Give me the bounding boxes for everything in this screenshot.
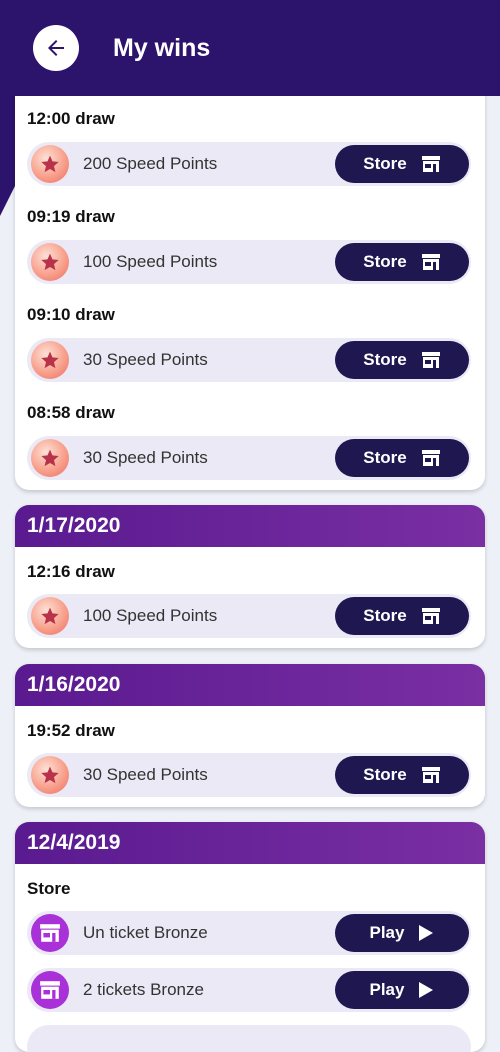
win-amount: 30 Speed Points — [83, 448, 208, 467]
storefront-icon — [421, 767, 440, 783]
arrow-left-icon — [48, 40, 64, 56]
star-badge-icon — [31, 243, 69, 281]
ticket-item: Un ticket Bronze Play — [27, 911, 471, 955]
store-button[interactable]: Store — [335, 145, 469, 183]
card-date-header: 12/4/2019 — [15, 822, 485, 864]
draw-label: 08:58 draw — [27, 403, 115, 422]
draw-label: 12:16 draw — [27, 562, 115, 581]
card-date-header: 1/16/2020 — [15, 664, 485, 706]
win-amount: 100 Speed Points — [83, 606, 218, 625]
draw-label: 12:00 draw — [27, 109, 115, 128]
ticket-item — [27, 1025, 471, 1052]
win-item: 30 Speed Points Store — [27, 338, 471, 382]
play-button-label: Play — [369, 923, 405, 942]
win-item: 30 Speed Points Store — [27, 753, 471, 797]
play-icon — [419, 925, 434, 941]
store-label: Store — [27, 879, 71, 898]
store-button[interactable]: Store — [335, 243, 469, 281]
store-button[interactable]: Store — [335, 341, 469, 379]
store-button-label: Store — [363, 154, 407, 173]
store-button-label: Store — [363, 252, 407, 271]
storefront-icon — [421, 254, 440, 270]
star-badge-icon — [31, 439, 69, 477]
win-item: 100 Speed Points Store — [27, 594, 471, 638]
wins-card: 12/4/2019 Store Un ticket Bronze Play 2 … — [15, 822, 485, 1052]
app-header: My wins — [0, 0, 500, 96]
storefront-badge-icon — [31, 914, 69, 952]
win-amount: 30 Speed Points — [83, 350, 208, 369]
win-item: 30 Speed Points Store — [27, 436, 471, 480]
storefront-icon — [421, 608, 440, 624]
store-button-label: Store — [363, 448, 407, 467]
ticket-name: 2 tickets Bronze — [83, 980, 204, 999]
store-button-label: Store — [363, 606, 407, 625]
draw-label: 09:19 draw — [27, 207, 115, 226]
store-button[interactable]: Store — [335, 439, 469, 477]
store-button[interactable]: Store — [335, 597, 469, 635]
draw-label: 09:10 draw — [27, 305, 115, 324]
win-amount: 200 Speed Points — [83, 154, 218, 173]
store-button-label: Store — [363, 765, 407, 784]
ticket-item: 2 tickets Bronze Play — [27, 968, 471, 1012]
storefront-icon — [421, 156, 440, 172]
storefront-badge-icon — [31, 971, 69, 1009]
star-badge-icon — [31, 756, 69, 794]
star-badge-icon — [31, 597, 69, 635]
store-button[interactable]: Store — [335, 756, 469, 794]
wins-card: 1/16/2020 19:52 draw 30 Speed Points Sto… — [15, 664, 485, 807]
store-button-label: Store — [363, 350, 407, 369]
back-button[interactable] — [33, 25, 79, 71]
storefront-icon — [421, 352, 440, 368]
star-badge-icon — [31, 145, 69, 183]
star-badge-icon — [31, 341, 69, 379]
page-title: My wins — [113, 34, 211, 62]
card-date-header: 1/17/2020 — [15, 505, 485, 547]
draw-label: 19:52 draw — [27, 721, 115, 740]
play-button[interactable]: Play — [335, 914, 469, 952]
win-amount: 100 Speed Points — [83, 252, 218, 271]
play-button[interactable]: Play — [335, 971, 469, 1009]
win-item: 100 Speed Points Store — [27, 240, 471, 284]
win-item: 200 Speed Points Store — [27, 142, 471, 186]
play-button-label: Play — [369, 980, 405, 999]
wins-card: 12:00 draw 200 Speed Points Store 09:19 … — [15, 80, 485, 490]
wins-card: 1/17/2020 12:16 draw 100 Speed Points St… — [15, 505, 485, 648]
storefront-icon — [421, 450, 440, 466]
play-icon — [419, 982, 434, 998]
ticket-name: Un ticket Bronze — [83, 923, 208, 942]
win-amount: 30 Speed Points — [83, 765, 208, 784]
